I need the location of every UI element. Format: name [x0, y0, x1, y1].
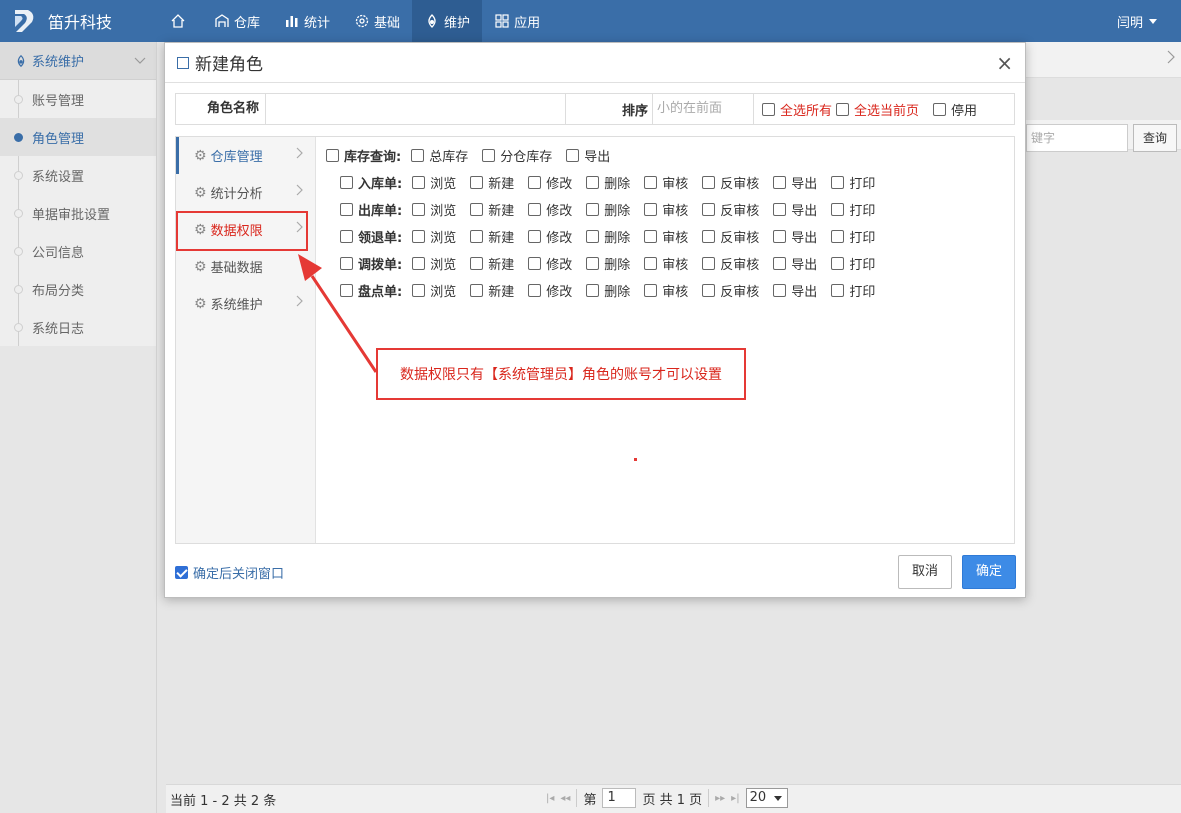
red-dot — [634, 458, 637, 461]
annotation-callout: 数据权限只有【系统管理员】角色的账号才可以设置 — [376, 348, 746, 400]
annotation-arrow-icon — [298, 254, 378, 373]
